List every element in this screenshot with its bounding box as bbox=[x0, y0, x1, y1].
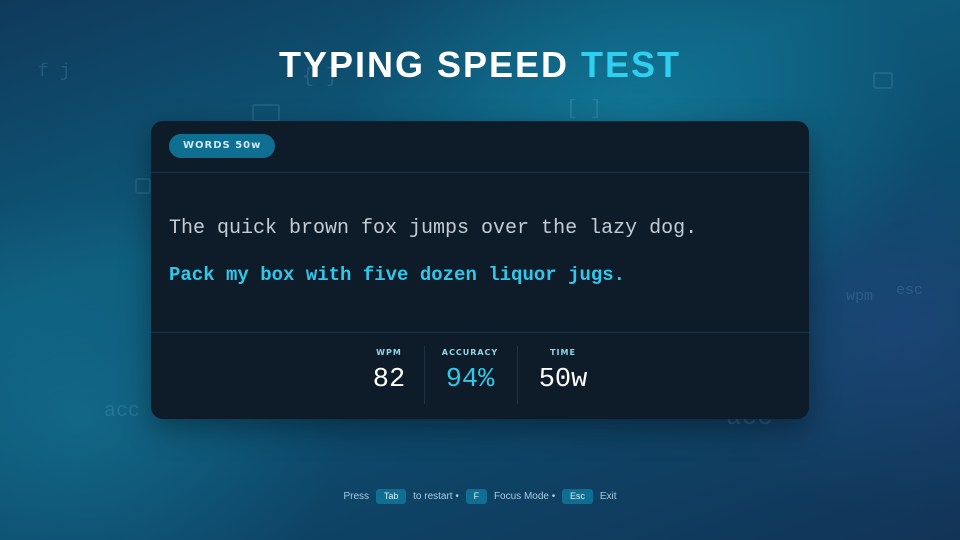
hint-exit: Exit bbox=[599, 491, 617, 503]
bg-glyph-brackets: [ ] bbox=[566, 98, 603, 121]
page-title: TYPING SPEED TEST bbox=[0, 44, 960, 86]
bg-keyboard-icon bbox=[252, 104, 280, 122]
mode-badge[interactable]: WORDS 50w bbox=[169, 134, 276, 158]
stat-time-label: TIME bbox=[550, 348, 576, 357]
stat-wpm-label: WPM bbox=[376, 348, 402, 357]
key-tab[interactable]: Tab bbox=[375, 489, 407, 504]
typing-card: WORDS 50w The quick brown fox jumps over… bbox=[151, 121, 809, 419]
bg-key-icon-left bbox=[135, 178, 151, 194]
stat-accuracy-value: 94% bbox=[445, 365, 495, 395]
shortcut-hints: Press Tab to restart • F Focus Mode • Es… bbox=[0, 489, 960, 504]
hint-press: Press bbox=[343, 491, 370, 503]
stats-bar: WPM 82 ACCURACY 94% TIME 50w bbox=[151, 333, 809, 419]
stat-time-value: 50w bbox=[538, 365, 588, 395]
title-main: TYPING SPEED bbox=[278, 44, 570, 85]
stat-wpm-value: 82 bbox=[372, 365, 406, 395]
key-f[interactable]: F bbox=[465, 489, 488, 504]
title-accent: TEST bbox=[581, 44, 682, 85]
bg-glyph-acc-left: acc bbox=[104, 400, 141, 423]
bg-glyph-wpm: wpm bbox=[846, 288, 874, 305]
bg-glyph-esc: esc bbox=[896, 282, 924, 299]
card-header: WORDS 50w bbox=[151, 121, 809, 173]
hint-focus: Focus Mode • bbox=[493, 491, 556, 503]
current-text-line: Pack my box with five dozen liquor jugs. bbox=[169, 264, 626, 286]
hint-restart: to restart • bbox=[413, 491, 459, 503]
typed-text-line: The quick brown fox jumps over the lazy … bbox=[169, 217, 698, 240]
stat-accuracy-label: ACCURACY bbox=[441, 348, 499, 357]
key-esc[interactable]: Esc bbox=[562, 489, 594, 504]
